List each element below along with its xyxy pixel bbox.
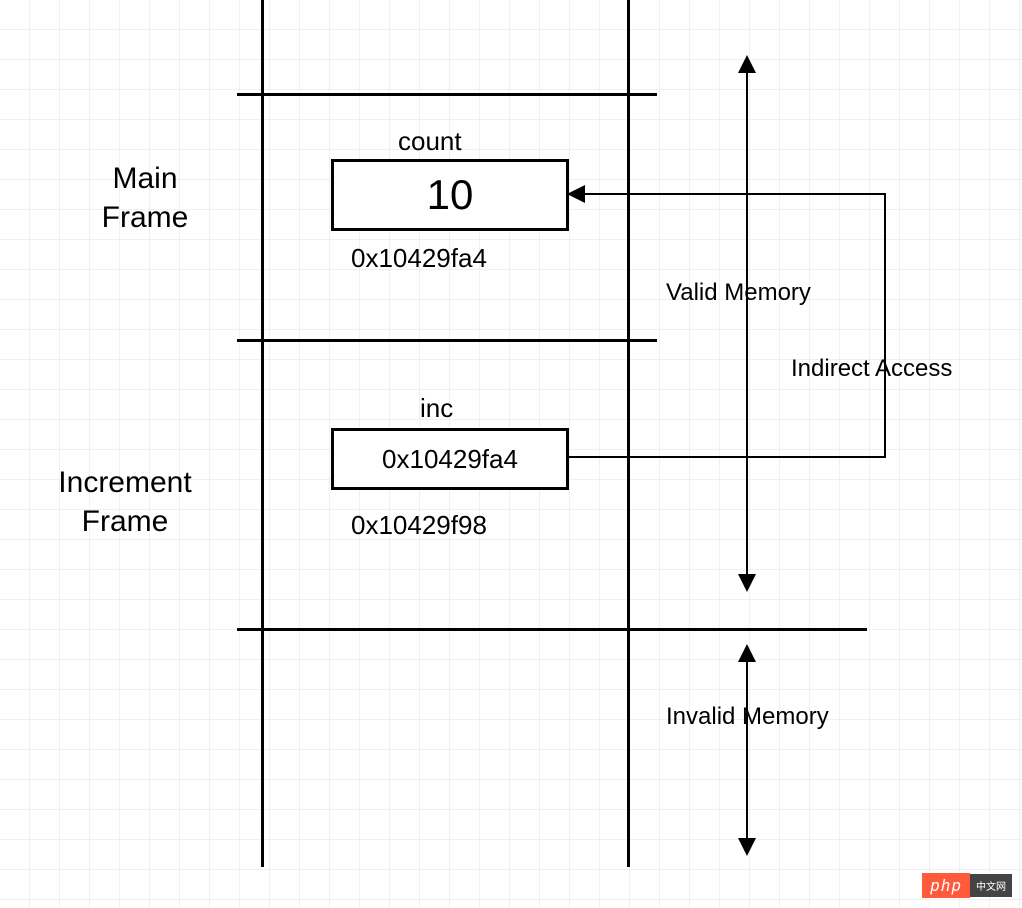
watermark: php 中文网 xyxy=(922,873,1012,898)
watermark-badge: php xyxy=(922,873,970,898)
count-value: 10 xyxy=(427,171,474,219)
frame-divider-bottom xyxy=(237,628,867,631)
frame-divider-mid xyxy=(237,339,657,342)
inc-value: 0x10429fa4 xyxy=(382,444,518,475)
frame-divider-top xyxy=(237,93,657,96)
main-frame-label: Main Frame xyxy=(60,159,230,237)
valid-memory-arrow-up xyxy=(738,55,756,73)
increment-frame-label: Increment Frame xyxy=(20,463,230,541)
count-box: 10 xyxy=(331,159,569,231)
invalid-memory-arrow-down xyxy=(738,838,756,856)
indirect-line-3 xyxy=(585,193,886,195)
invalid-memory-line xyxy=(746,660,748,840)
inc-box: 0x10429fa4 xyxy=(331,428,569,490)
watermark-text: 中文网 xyxy=(970,874,1012,897)
stack-right-border xyxy=(627,0,630,867)
inc-label: inc xyxy=(420,393,453,424)
inc-address: 0x10429f98 xyxy=(351,510,487,541)
invalid-memory-label: Invalid Memory xyxy=(666,703,829,731)
valid-memory-line xyxy=(746,71,748,576)
indirect-access-label: Indirect Access xyxy=(791,355,952,383)
valid-memory-label: Valid Memory xyxy=(666,279,811,307)
invalid-memory-arrow-up xyxy=(738,644,756,662)
count-label: count xyxy=(398,126,462,157)
valid-memory-arrow-down xyxy=(738,574,756,592)
diagram-canvas: Main Frame Increment Frame count 10 0x10… xyxy=(0,0,1022,908)
stack-left-border xyxy=(261,0,264,867)
indirect-line-1 xyxy=(566,456,886,458)
indirect-arrowhead xyxy=(567,185,585,203)
indirect-line-2 xyxy=(884,193,886,458)
count-address: 0x10429fa4 xyxy=(351,243,487,274)
